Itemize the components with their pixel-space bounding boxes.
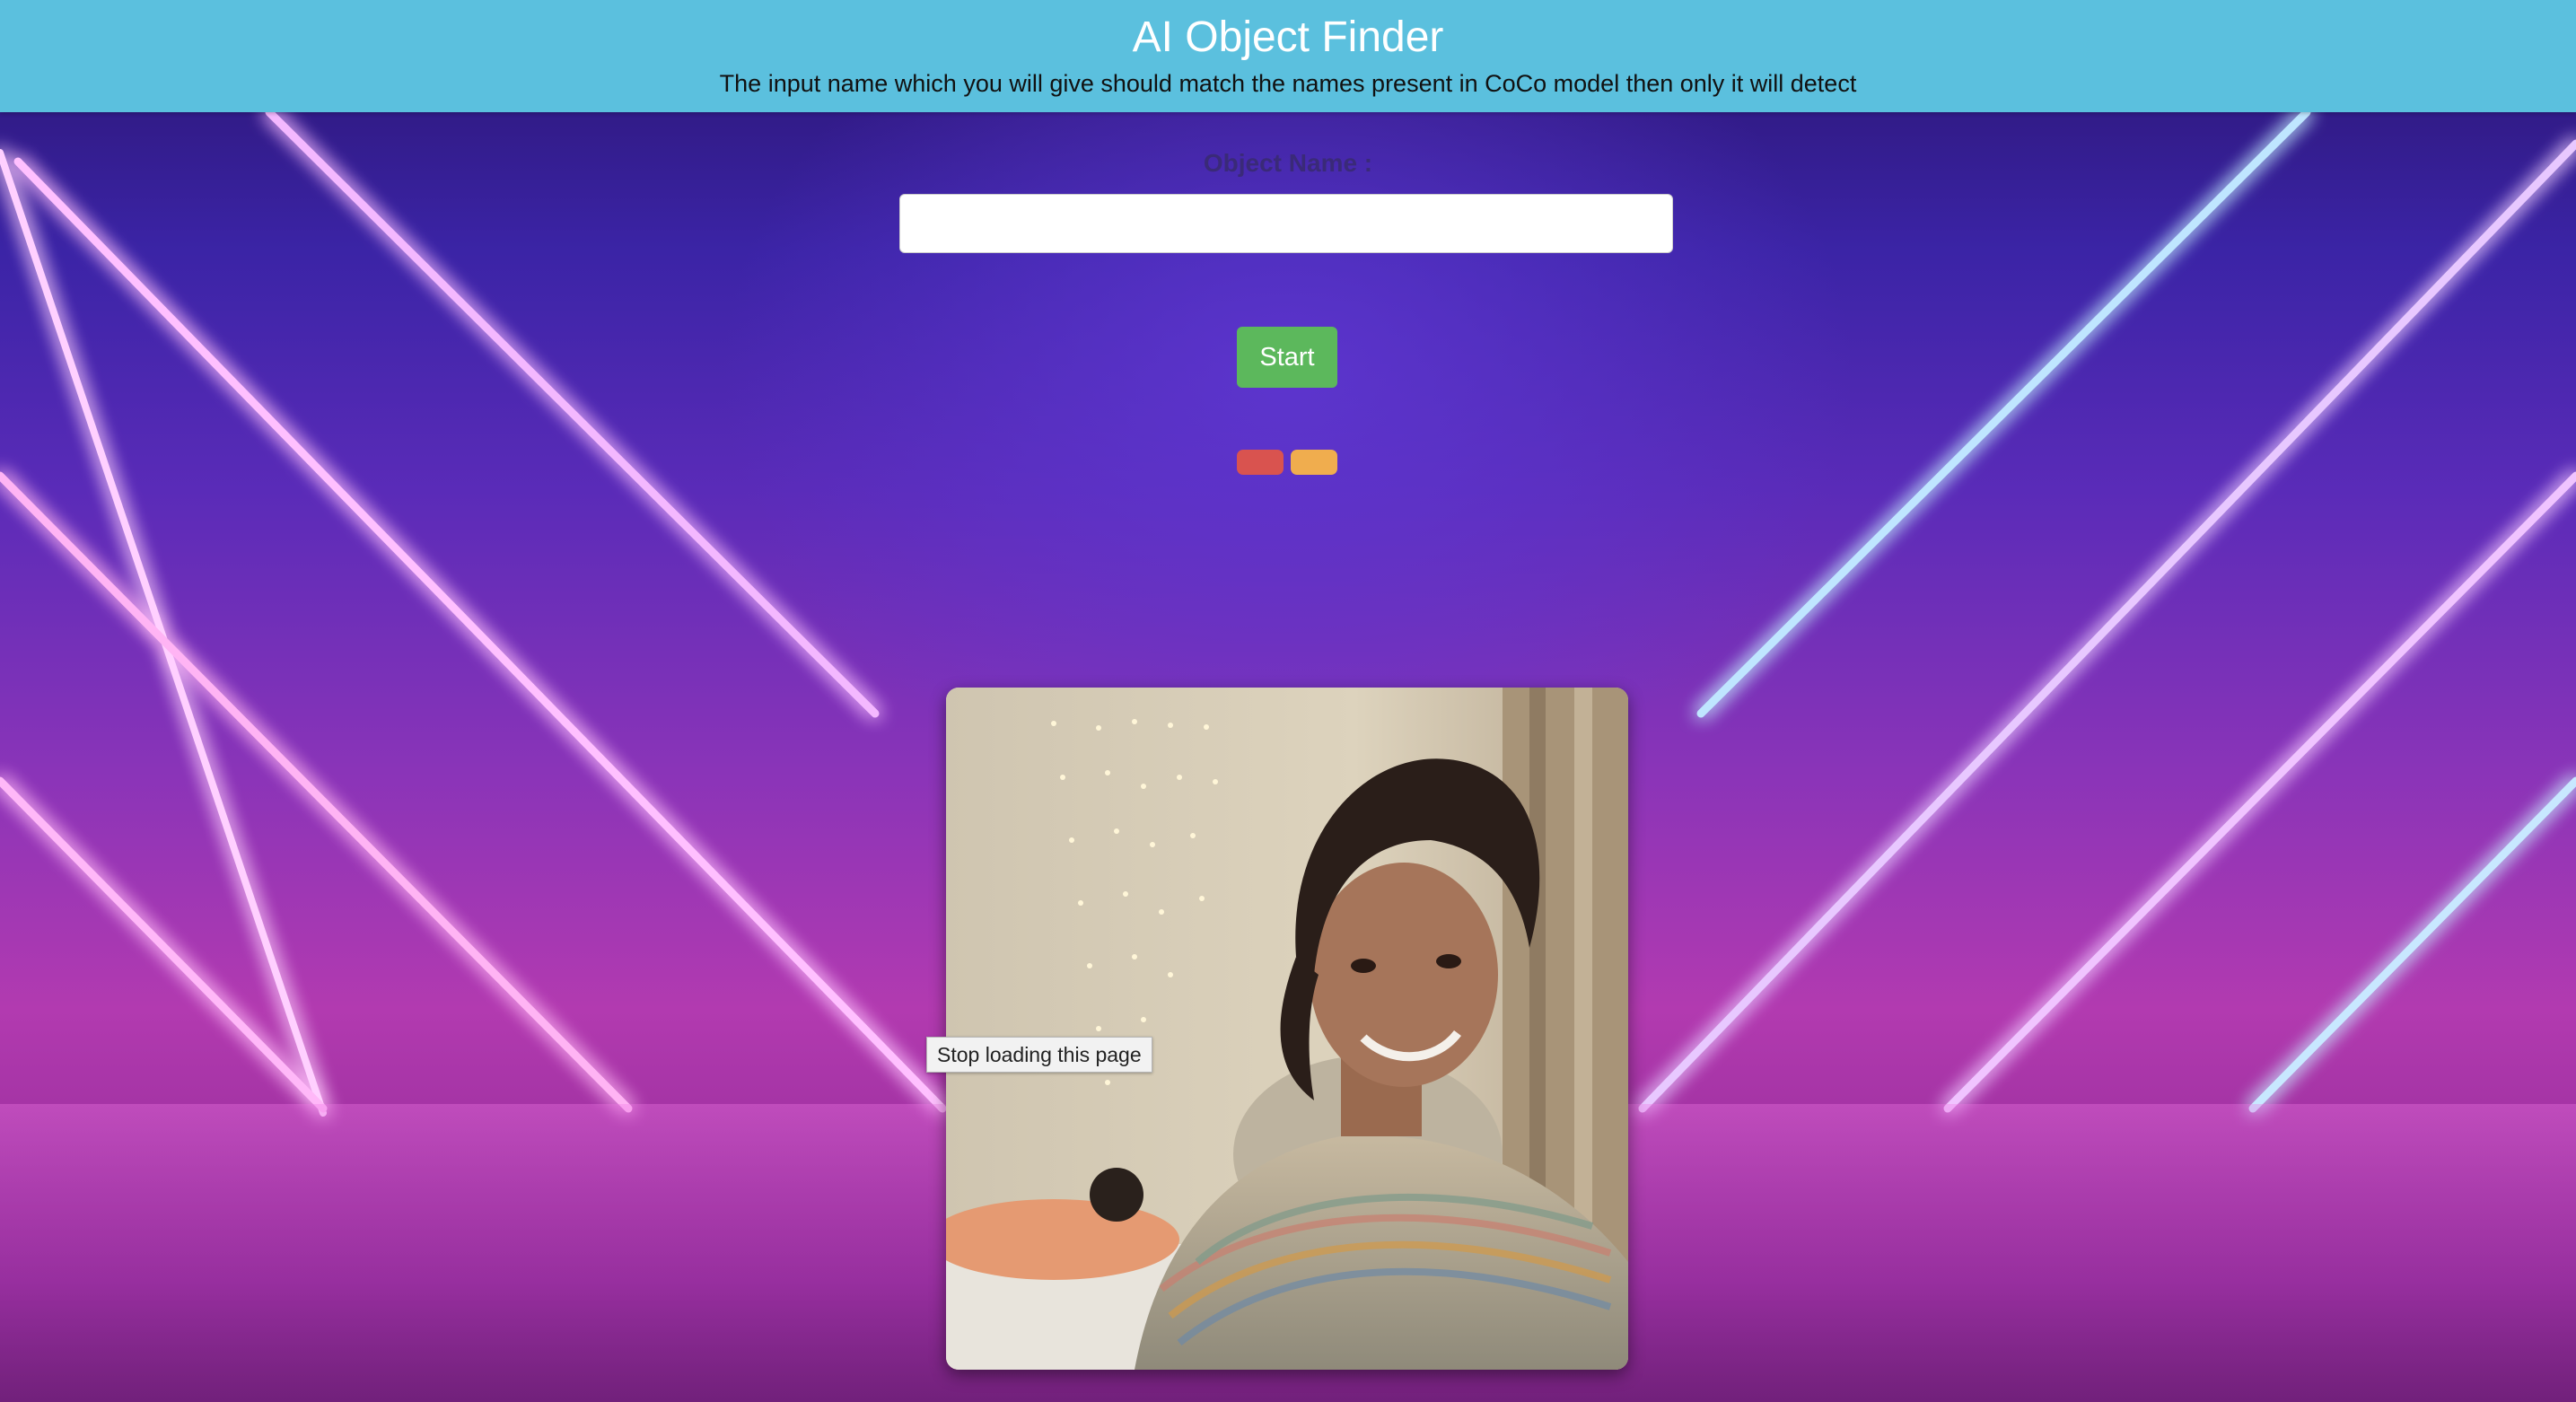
stop-loading-tooltip: Stop loading this page bbox=[926, 1037, 1152, 1073]
stop-button[interactable] bbox=[1237, 450, 1284, 475]
start-button[interactable]: Start bbox=[1237, 327, 1337, 388]
webcam-video-feed bbox=[946, 688, 1628, 1370]
pause-button[interactable] bbox=[1291, 450, 1337, 475]
object-name-label: Object Name : bbox=[1203, 149, 1373, 177]
page-subtitle: The input name which you will give shoul… bbox=[719, 70, 1857, 97]
webcam-frame-image bbox=[946, 688, 1628, 1370]
page-header: AI Object Finder The input name which yo… bbox=[0, 0, 2576, 112]
object-name-input[interactable] bbox=[899, 194, 1673, 253]
page-title: AI Object Finder bbox=[1132, 13, 1444, 61]
